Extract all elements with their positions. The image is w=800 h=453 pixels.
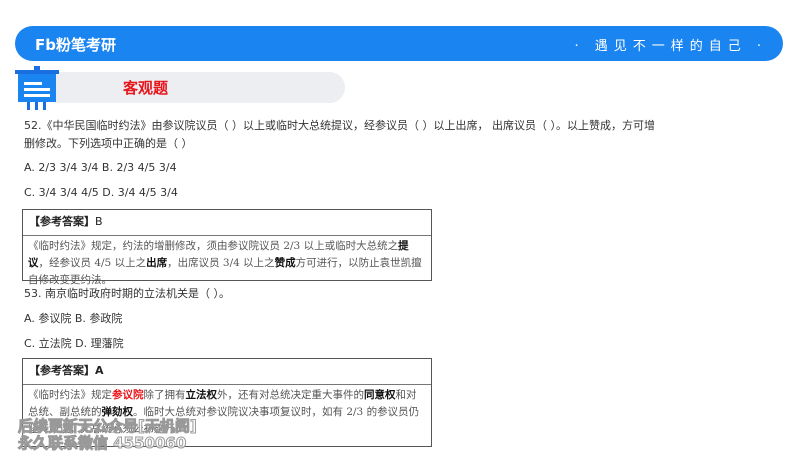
q53-options-ab: A. 参议院 B. 参政院: [24, 312, 123, 325]
answer-value: B: [95, 215, 103, 228]
answer-value: A: [95, 364, 104, 377]
presentation-board-icon: [15, 66, 59, 110]
q52-options-ab: A. 2/3 3/4 3/4 B. 2/3 4/5 3/4: [24, 161, 177, 174]
brand-logo: Fb粉笔考研: [35, 36, 116, 54]
q52-answer-box: 【参考答案】B 《临时约法》规定，约法的增删修改，须由参议院议员 2/3 以上或…: [22, 209, 432, 286]
slogan: · 遇见不一样的自己 ·: [574, 39, 767, 54]
q52-text: 52.《中华民国临时约法》由参议院议员（ ）以上或临时大总统提议，经参议员（ ）…: [24, 119, 655, 132]
q53-text: 53. 南京临时政府时期的立法机关是（ ）。: [24, 287, 230, 300]
answer-label: 【参考答案】: [29, 364, 95, 377]
section-title-bar: 客观题: [55, 72, 345, 103]
q52-text-cont: 删修改。下列选项中正确的是（ ）: [24, 137, 193, 150]
section-title: 客观题: [123, 79, 169, 97]
q53-options-cd: C. 立法院 D. 理藩院: [24, 337, 124, 350]
answer-label: 【参考答案】: [29, 215, 95, 228]
q52-explanation: 《临时约法》规定，约法的增删修改，须由参议院议员 2/3 以上或临时大总统之提议…: [28, 240, 422, 286]
header-bar: Fb粉笔考研 · 遇见不一样的自己 ·: [15, 26, 783, 61]
q52-options-cd: C. 3/4 3/4 4/5 D. 3/4 4/5 3/4: [24, 186, 178, 199]
